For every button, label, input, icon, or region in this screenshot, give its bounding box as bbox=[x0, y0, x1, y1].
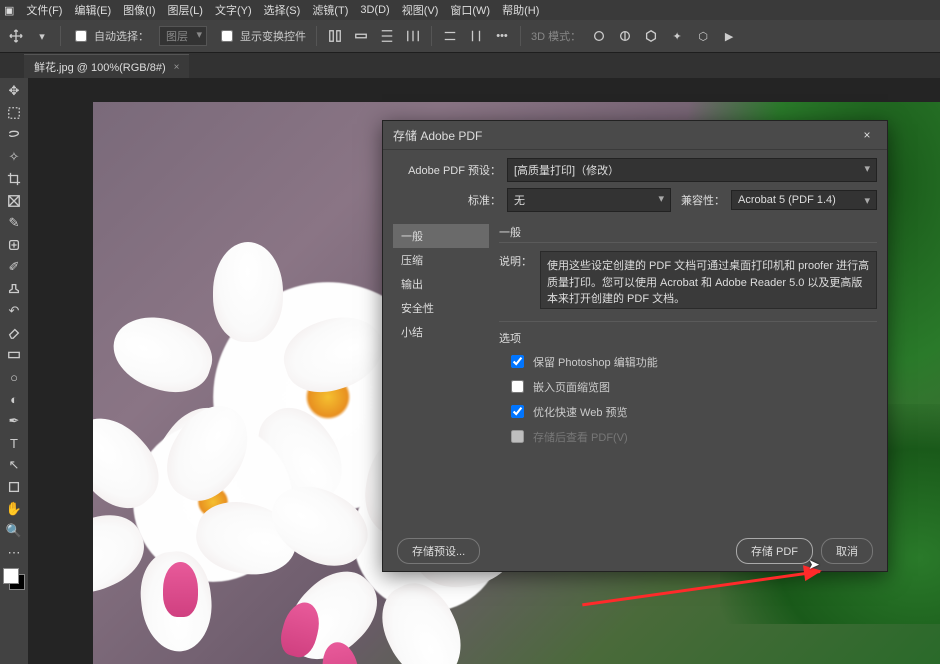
menu-image[interactable]: 图像(I) bbox=[123, 2, 155, 18]
pen-tool[interactable]: ✒ bbox=[2, 410, 26, 432]
brush-tool[interactable]: ✐ bbox=[2, 256, 26, 278]
document-tab-label: 鲜花.jpg @ 100%(RGB/8#) bbox=[34, 59, 166, 75]
document-tab-bar: 鲜花.jpg @ 100%(RGB/8#) × bbox=[0, 53, 940, 79]
separator bbox=[60, 26, 61, 46]
save-preset-button[interactable]: 存储预设... bbox=[397, 538, 480, 564]
mode-3d-label: 3D 模式： bbox=[531, 28, 581, 44]
preset-dropdown[interactable]: [高质量打印]（修改） bbox=[507, 158, 877, 182]
menu-file[interactable]: 文件(F) bbox=[26, 2, 62, 18]
align-icon-2[interactable] bbox=[353, 28, 369, 44]
dialog-title: 存储 Adobe PDF bbox=[393, 127, 482, 144]
3d-icon-5[interactable]: ⬡ bbox=[695, 28, 711, 44]
lasso-tool[interactable] bbox=[2, 124, 26, 146]
nav-compression[interactable]: 压缩 bbox=[393, 248, 489, 272]
compat-dropdown[interactable]: Acrobat 5 (PDF 1.4) bbox=[731, 190, 877, 210]
opt-web-preview[interactable]: 优化快速 Web 预览 bbox=[499, 402, 877, 421]
menu-edit[interactable]: 编辑(E) bbox=[74, 2, 111, 18]
3d-icon-1[interactable] bbox=[591, 28, 607, 44]
standard-dropdown[interactable]: 无 bbox=[507, 188, 671, 212]
history-brush-tool[interactable]: ↶ bbox=[2, 300, 26, 322]
more-icon[interactable]: ••• bbox=[494, 28, 510, 44]
3d-icon-3[interactable] bbox=[643, 28, 659, 44]
desc-textarea[interactable]: 使用这些设定创建的 PDF 文档可通过桌面打印机和 proofer 进行高质量打… bbox=[540, 251, 877, 309]
standard-label: 标准： bbox=[393, 192, 501, 208]
save-pdf-dialog: 存储 Adobe PDF × Adobe PDF 预设： [高质量打印]（修改）… bbox=[382, 120, 888, 572]
menu-help[interactable]: 帮助(H) bbox=[502, 2, 539, 18]
menu-bar: ▣ 文件(F) 编辑(E) 图像(I) 图层(L) 文字(Y) 选择(S) 滤镜… bbox=[0, 0, 940, 20]
dropdown-icon[interactable]: ▾ bbox=[34, 28, 50, 44]
separator bbox=[520, 26, 521, 46]
move-tool-icon[interactable] bbox=[8, 28, 24, 44]
nav-output[interactable]: 输出 bbox=[393, 272, 489, 296]
distribute-icon-2[interactable] bbox=[468, 28, 484, 44]
move-tool[interactable]: ✥ bbox=[2, 80, 26, 102]
nav-security[interactable]: 安全性 bbox=[393, 296, 489, 320]
shape-tool[interactable] bbox=[2, 476, 26, 498]
3d-icon-4[interactable]: ✦ bbox=[669, 28, 685, 44]
menu-type[interactable]: 文字(Y) bbox=[215, 2, 252, 18]
heal-tool[interactable] bbox=[2, 234, 26, 256]
menu-3d[interactable]: 3D(D) bbox=[360, 4, 389, 16]
separator bbox=[431, 26, 432, 46]
wand-tool[interactable]: ✧ bbox=[2, 146, 26, 168]
cancel-button[interactable]: 取消 bbox=[821, 538, 873, 564]
edit-toolbar[interactable]: ⋯ bbox=[2, 542, 26, 564]
toolbox: ✥ ✧ ✎ ✐ ↶ ○ ◐ ✒ T ↖ ✋ 🔍 ⋯ bbox=[0, 78, 28, 664]
cursor-icon: ➤ bbox=[808, 556, 820, 573]
align-icon[interactable] bbox=[327, 28, 343, 44]
path-tool[interactable]: ↖ bbox=[2, 454, 26, 476]
stamp-tool[interactable] bbox=[2, 278, 26, 300]
close-tab-icon[interactable]: × bbox=[174, 62, 180, 73]
section-title: 一般 bbox=[499, 224, 877, 243]
preset-label: Adobe PDF 预设： bbox=[393, 162, 501, 178]
menu-filter[interactable]: 滤镜(T) bbox=[312, 2, 348, 18]
opt-preserve-editing[interactable]: 保留 Photoshop 编辑功能 bbox=[499, 352, 877, 371]
nav-general[interactable]: 一般 bbox=[393, 224, 489, 248]
3d-icon-2[interactable] bbox=[617, 28, 633, 44]
dialog-nav: 一般 压缩 输出 安全性 小结 bbox=[393, 224, 489, 523]
eraser-tool[interactable] bbox=[2, 322, 26, 344]
separator bbox=[316, 26, 317, 46]
hand-tool[interactable]: ✋ bbox=[2, 498, 26, 520]
zoom-tool[interactable]: 🔍 bbox=[2, 520, 26, 542]
nav-summary[interactable]: 小结 bbox=[393, 320, 489, 344]
save-pdf-button[interactable]: 存储 PDF bbox=[736, 538, 813, 564]
frame-tool[interactable] bbox=[2, 190, 26, 212]
crop-tool[interactable] bbox=[2, 168, 26, 190]
gradient-tool[interactable] bbox=[2, 344, 26, 366]
close-icon[interactable]: × bbox=[857, 128, 877, 142]
type-tool[interactable]: T bbox=[2, 432, 26, 454]
menu-window[interactable]: 窗口(W) bbox=[450, 2, 490, 18]
desc-label: 说明： bbox=[499, 251, 532, 309]
eyedropper-tool[interactable]: ✎ bbox=[2, 212, 26, 234]
opt-embed-thumb[interactable]: 嵌入页面缩览图 bbox=[499, 377, 877, 396]
show-transform-check[interactable]: 显示变换控件 bbox=[217, 27, 306, 45]
options-header: 选项 bbox=[499, 330, 877, 346]
document-tab[interactable]: 鲜花.jpg @ 100%(RGB/8#) × bbox=[24, 54, 189, 79]
align-icon-4[interactable] bbox=[405, 28, 421, 44]
layer-dropdown[interactable]: 图层 bbox=[159, 26, 207, 46]
blur-tool[interactable]: ○ bbox=[2, 366, 26, 388]
menu-layer[interactable]: 图层(L) bbox=[168, 2, 203, 18]
menu-select[interactable]: 选择(S) bbox=[264, 2, 301, 18]
options-bar: ▾ 自动选择： 图层 显示变换控件 ••• 3D 模式： ✦ ⬡ ▶ bbox=[0, 20, 940, 53]
align-icon-3[interactable] bbox=[379, 28, 395, 44]
dialog-titlebar[interactable]: 存储 Adobe PDF × bbox=[383, 121, 887, 150]
app-icon: ▣ bbox=[4, 4, 14, 17]
dodge-tool[interactable]: ◐ bbox=[2, 388, 26, 410]
opt-view-after: 存储后查看 PDF(V) bbox=[499, 427, 877, 446]
auto-select-check[interactable]: 自动选择： bbox=[71, 27, 149, 45]
3d-icon-6[interactable]: ▶ bbox=[721, 28, 737, 44]
marquee-tool[interactable] bbox=[2, 102, 26, 124]
menu-view[interactable]: 视图(V) bbox=[402, 2, 439, 18]
color-swatch[interactable] bbox=[3, 568, 25, 590]
compat-label: 兼容性： bbox=[677, 192, 725, 208]
distribute-icon[interactable] bbox=[442, 28, 458, 44]
